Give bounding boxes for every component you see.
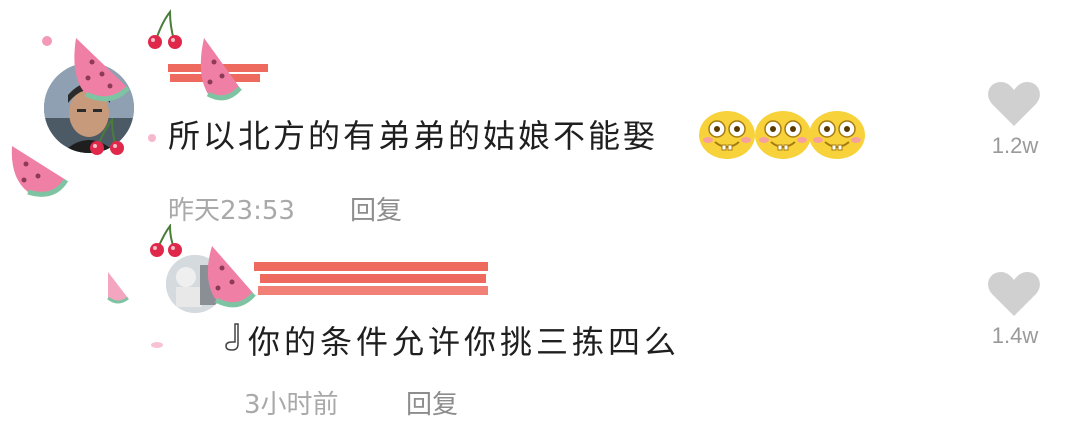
comment-text: 所以北方的有弟弟的姑娘不能娶 [168, 117, 659, 155]
heart-icon[interactable] [987, 270, 1041, 318]
cherry-icon [148, 9, 182, 49]
sparkle-icon [151, 342, 163, 348]
sparkle-icon [42, 36, 52, 46]
watermelon-icon [11, 146, 69, 197]
laughing-face-emoji [809, 111, 865, 159]
reply-timestamp: 3小时前 [244, 390, 339, 420]
username-redacted[interactable] [168, 62, 270, 84]
username-redacted[interactable] [254, 258, 490, 300]
cherry-icon [150, 224, 182, 257]
avatar[interactable] [44, 63, 134, 153]
sparkle-icon [148, 134, 156, 142]
reply-text: 你的条件允许你挑三拣四么 [248, 323, 681, 361]
laughing-face-emoji [699, 111, 755, 159]
laughing-face-emoji [755, 111, 811, 159]
reply-avatar[interactable] [166, 255, 224, 313]
comment-timestamp: 昨天23:53 [168, 196, 295, 226]
avatar-photo [166, 255, 224, 313]
reply-button[interactable]: 回复 [406, 384, 458, 421]
reply-button[interactable]: 回复 [350, 190, 402, 227]
watermelon-icon [107, 272, 129, 304]
like-count: 1.2w [991, 133, 1039, 158]
heart-icon[interactable] [987, 80, 1041, 128]
previous-comment-cutoff: — — — [250, 0, 450, 8]
avatar-photo [44, 63, 134, 153]
like-count: 1.4w [991, 323, 1039, 348]
music-note-icon [225, 323, 239, 351]
